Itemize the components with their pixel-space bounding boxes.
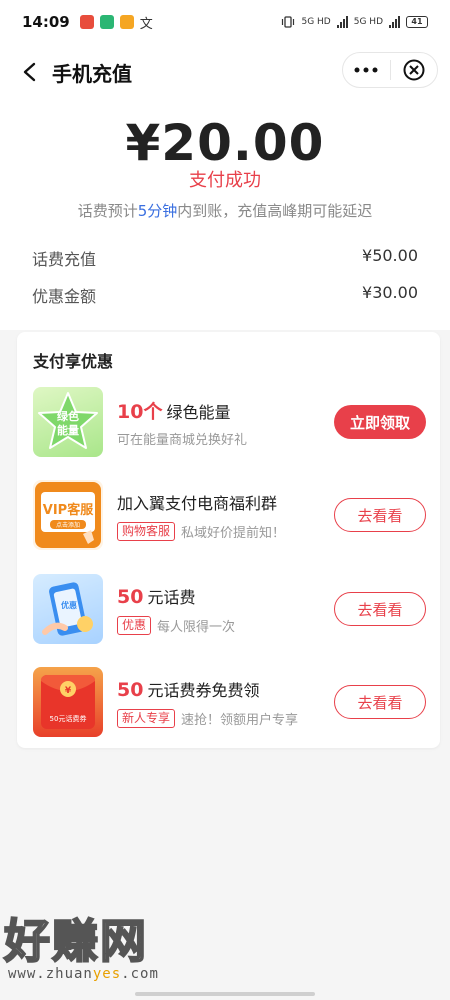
detail-value: ¥50.00 bbox=[362, 246, 418, 265]
offer-title-text: 加入翼支付电商福利群 bbox=[117, 494, 278, 513]
watermark-logo-text: 好赚网 bbox=[3, 914, 148, 968]
vip-service-thumb: VIP客服 点击添加 bbox=[33, 480, 103, 550]
offer-title: 50 元话费 bbox=[117, 584, 195, 608]
close-button[interactable] bbox=[391, 53, 438, 87]
watermark-url-suffix: .com bbox=[121, 966, 159, 982]
offer-subtitle-text: 可在能量商城兑换好礼 bbox=[117, 433, 248, 448]
detail-label: 优惠金额 bbox=[32, 287, 97, 306]
status-indicators: 5G HD 5G HD 41 bbox=[281, 16, 428, 28]
network-2-label: 5G HD bbox=[353, 17, 383, 27]
offer-title-text: 元话费券免费领 bbox=[147, 681, 260, 700]
vip-service-icon: VIP客服 点击添加 bbox=[35, 482, 101, 548]
watermark-url: www.zhuanyes.com bbox=[8, 966, 194, 982]
red-envelope-icon: ¥ 50元话费券 bbox=[41, 674, 95, 729]
close-circle-icon bbox=[403, 59, 425, 81]
status-app-icons: 文 bbox=[79, 13, 153, 32]
app-notification-icon bbox=[79, 15, 94, 29]
offer-item-credit-coupon: ¥ 50元话费券 50 元话费券免费领 新人专享 速抢！领额用户专享 去看看 bbox=[17, 667, 440, 739]
app-photo-icon bbox=[119, 15, 134, 29]
green-energy-thumb: 绿色 能量 bbox=[33, 387, 103, 457]
offer-subtitle-text: 速抢！领额用户专享 bbox=[181, 713, 299, 728]
offers-card: 支付享优惠 绿色 能量 10个 绿色能量 可在能量商城兑换好礼 立即领取 VIP客… bbox=[17, 332, 440, 748]
offer-subtitle-text: 每人限得一次 bbox=[157, 620, 236, 635]
home-indicator[interactable] bbox=[135, 992, 315, 996]
app-home-icon bbox=[99, 15, 114, 29]
back-button[interactable] bbox=[14, 56, 46, 88]
offer-title: 50 元话费券免费领 bbox=[117, 677, 259, 701]
nav-bar: 手机充值 bbox=[0, 44, 450, 100]
notice-suffix: 内到账，充值高峰期可能延迟 bbox=[177, 202, 373, 220]
offer-tag: 新人专享 bbox=[117, 709, 176, 728]
status-time: 14:09 bbox=[22, 13, 70, 31]
offer-subtitle: 可在能量商城兑换好礼 bbox=[117, 429, 247, 448]
status-bar: 14:09 文 5G HD 5G HD 41 bbox=[0, 0, 450, 44]
thumb-line-2: 能量 bbox=[57, 423, 79, 437]
thumb-line-1: ¥ bbox=[65, 686, 72, 696]
watermark-url-prefix: www.zhuan bbox=[8, 966, 93, 982]
offer-title-text: 绿色能量 bbox=[166, 403, 231, 422]
offer-subtitle: 新人专享 速抢！领额用户专享 bbox=[117, 709, 298, 728]
payment-summary: ¥20.00 支付成功 话费预计5分钟内到账，充值高峰期可能延迟 话费充值 ¥5… bbox=[0, 100, 450, 330]
notice-time: 5分钟 bbox=[137, 202, 178, 220]
offer-item-phone-credit: 优惠 50 元话费 优惠 每人限得一次 去看看 bbox=[17, 574, 440, 646]
signal-1-icon bbox=[336, 16, 348, 28]
offer-item-vip-service: VIP客服 点击添加 加入翼支付电商福利群 购物客服 私域好价提前知！ 去看看 bbox=[17, 480, 440, 552]
offer-subtitle: 购物客服 私域好价提前知！ bbox=[117, 522, 285, 541]
offer-item-green-energy: 绿色 能量 10个 绿色能量 可在能量商城兑换好礼 立即领取 bbox=[17, 387, 440, 459]
payment-amount: ¥20.00 bbox=[125, 114, 325, 172]
chevron-left-icon bbox=[23, 62, 36, 82]
offer-highlight: 50 bbox=[117, 679, 144, 701]
view-button[interactable]: 去看看 bbox=[334, 498, 426, 532]
payment-status: 支付成功 bbox=[189, 170, 261, 191]
offer-tag: 优惠 bbox=[117, 616, 152, 635]
watermark-url-accent: yes bbox=[92, 966, 122, 982]
offer-subtitle: 优惠 每人限得一次 bbox=[117, 616, 235, 635]
credit-coupon-thumb: ¥ 50元话费券 bbox=[33, 667, 103, 737]
notice-prefix: 话费预计 bbox=[77, 202, 138, 220]
thumb-line-2: 50元话费券 bbox=[50, 714, 87, 723]
thumb-line-1: 绿色 bbox=[57, 409, 79, 423]
detail-row-discount: 优惠金额 ¥30.00 bbox=[32, 283, 418, 307]
translate-icon: 文 bbox=[139, 16, 153, 32]
claim-button[interactable]: 立即领取 bbox=[334, 405, 426, 439]
offer-highlight: 50 bbox=[117, 586, 144, 608]
page-title: 手机充值 bbox=[52, 62, 132, 86]
mini-program-capsule bbox=[342, 52, 438, 88]
offer-tag: 购物客服 bbox=[117, 522, 176, 541]
thumb-line-1: VIP客服 bbox=[43, 502, 94, 518]
offers-card-title: 支付享优惠 bbox=[33, 352, 114, 371]
more-dots-icon bbox=[354, 67, 378, 73]
offer-title: 加入翼支付电商福利群 bbox=[117, 490, 277, 514]
detail-label: 话费充值 bbox=[32, 250, 97, 269]
offer-title-text: 元话费 bbox=[147, 588, 196, 607]
network-1-label: 5G HD bbox=[301, 17, 331, 27]
view-button[interactable]: 去看看 bbox=[334, 592, 426, 626]
detail-value: ¥30.00 bbox=[362, 283, 418, 302]
arrival-notice: 话费预计5分钟内到账，充值高峰期可能延迟 bbox=[0, 200, 450, 221]
phone-credit-thumb: 优惠 bbox=[33, 574, 103, 644]
battery-icon: 41 bbox=[406, 16, 428, 28]
thumb-line-1: 优惠 bbox=[61, 600, 77, 610]
thumb-line-2: 点击添加 bbox=[56, 521, 80, 529]
more-button[interactable] bbox=[343, 53, 390, 87]
offer-subtitle-text: 私域好价提前知！ bbox=[181, 526, 286, 541]
star-icon: 绿色 能量 bbox=[38, 392, 98, 449]
view-button[interactable]: 去看看 bbox=[334, 685, 426, 719]
detail-row-recharge: 话费充值 ¥50.00 bbox=[32, 246, 418, 270]
site-watermark: 好赚网 www.zhuanyes.com bbox=[3, 914, 194, 986]
vibrate-icon bbox=[282, 16, 295, 28]
offer-highlight: 10个 bbox=[117, 401, 163, 423]
offer-title: 10个 绿色能量 bbox=[117, 397, 230, 424]
signal-2-icon bbox=[389, 16, 400, 28]
phone-coupon-icon: 优惠 bbox=[42, 582, 93, 636]
